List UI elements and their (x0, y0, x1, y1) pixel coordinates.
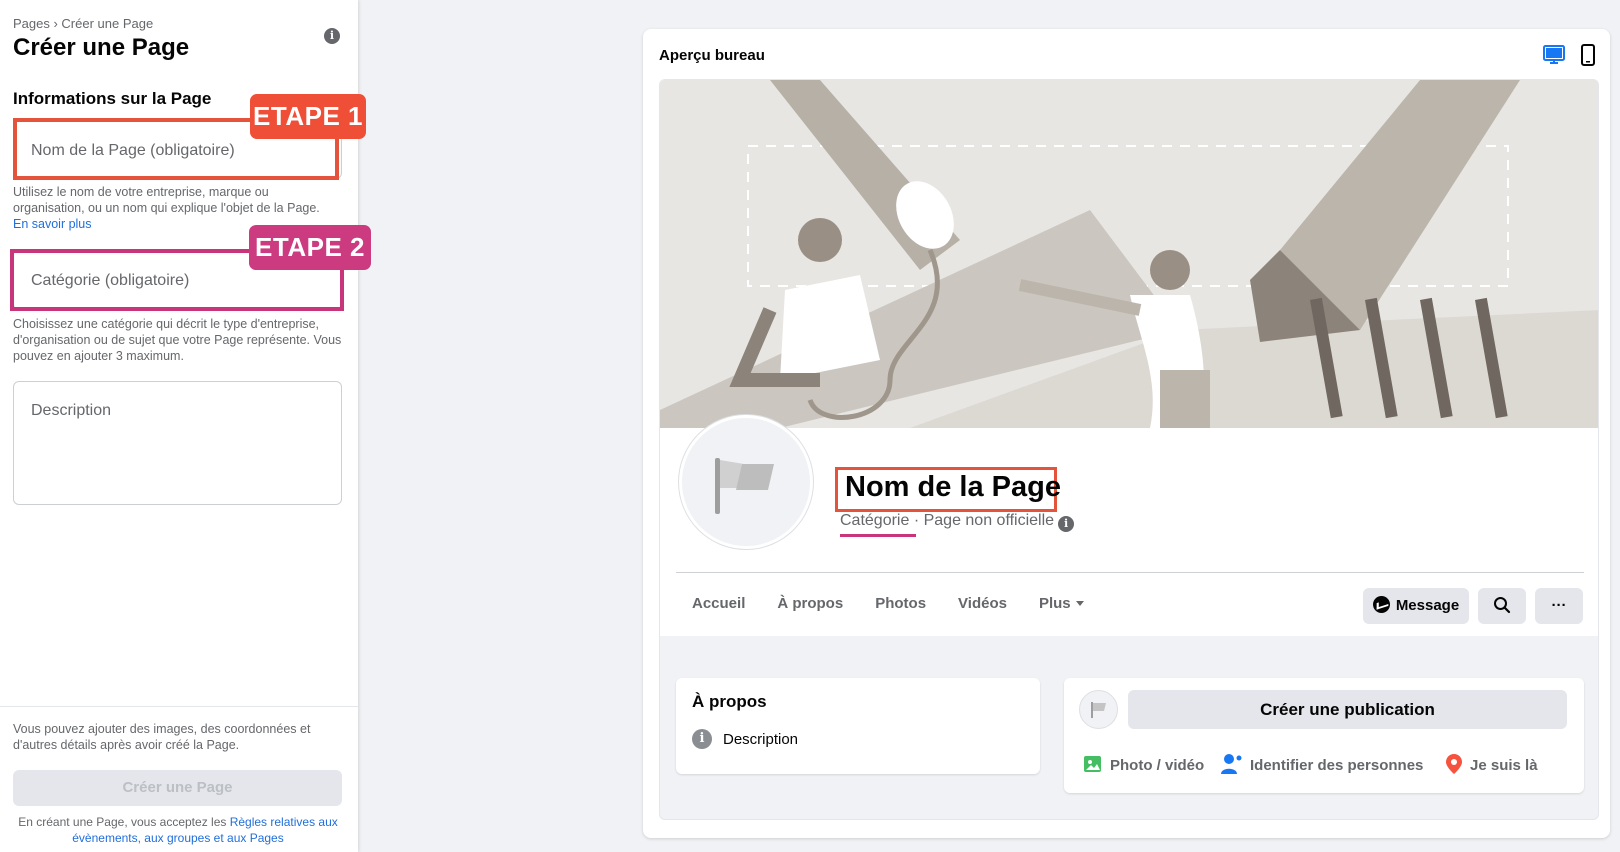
page-status: Page non officielle (923, 512, 1055, 529)
location-pin-icon (1446, 754, 1462, 774)
description-placeholder: Description (31, 402, 112, 419)
section-title: Informations sur la Page (13, 89, 212, 108)
page-name-help-text: Utilisez le nom de votre entreprise, mar… (13, 185, 320, 215)
flag-icon (715, 458, 774, 514)
create-post-button[interactable]: Créer une publication (1128, 690, 1567, 729)
description-input[interactable]: Description (13, 381, 342, 505)
panel-footer: Vous pouvez ajouter des images, des coor… (0, 706, 358, 852)
cover-illustration (660, 80, 1598, 428)
learn-more-link[interactable]: En savoir plus (13, 217, 92, 231)
desktop-preview-card: Aperçu bureau Nom de la Page Catégorie ·… (643, 29, 1610, 838)
header-divider (676, 572, 1584, 573)
tag-people-action[interactable]: Identifier des personnes (1220, 753, 1423, 778)
step1-badge: ETAPE 1 (250, 94, 366, 139)
messenger-icon (1372, 596, 1390, 613)
message-label: Message (1395, 597, 1460, 614)
info-icon[interactable]: i (1058, 516, 1075, 532)
about-description: Description (723, 731, 799, 748)
page-preview: Nom de la Page Catégorie · Page non offi… (659, 79, 1599, 820)
preview-title: Aperçu bureau (659, 47, 765, 64)
info-icon[interactable]: i (324, 28, 340, 44)
info-icon: i (692, 729, 712, 749)
flag-icon (1091, 702, 1106, 718)
photo-icon (1084, 756, 1101, 772)
post-avatar (1079, 690, 1118, 729)
tab-accueil[interactable]: Accueil (676, 586, 761, 622)
caret-down-icon (1075, 601, 1084, 606)
page-title: Créer une Page (13, 34, 190, 61)
message-button[interactable]: Message (1363, 588, 1469, 624)
preview-page-name: Nom de la Page (845, 471, 1061, 503)
tag-people-icon (1221, 754, 1242, 774)
about-title: À propos (692, 692, 767, 711)
tab-a-propos[interactable]: À propos (761, 586, 859, 622)
page-tabs: Accueil À propos Photos Vidéos Plus (676, 586, 1100, 622)
mobile-icon[interactable] (1578, 43, 1598, 67)
step2-badge: ETAPE 2 (249, 225, 371, 270)
profile-picture[interactable] (679, 415, 813, 549)
subline-separator: · (909, 512, 924, 529)
photo-video-label: Photo / vidéo (1110, 757, 1205, 774)
tag-people-label: Identifier des personnes (1250, 757, 1424, 774)
tab-plus-label: Plus (1038, 595, 1071, 612)
desktop-icon[interactable] (1542, 43, 1566, 67)
legal-prefix: En créant une Page, vous acceptez les (18, 815, 230, 829)
legal-text: En créant une Page, vous acceptez les Rè… (13, 814, 343, 846)
post-actions: Photo / vidéo Identifier des personnes J… (1082, 753, 1572, 777)
tab-videos[interactable]: Vidéos (942, 586, 1023, 622)
category-help: Choisissez une catégorie qui décrit le t… (13, 317, 342, 363)
tab-plus[interactable]: Plus (1023, 586, 1100, 622)
footer-note: Vous pouvez ajouter des images, des coor… (13, 722, 311, 752)
preview-category: Catégorie (840, 512, 910, 529)
check-in-label: Je suis là (1470, 757, 1538, 774)
preview-subline: Catégorie · Page non officielle i (840, 512, 1075, 532)
more-options-button[interactable]: ··· (1535, 588, 1583, 624)
create-page-panel: Pages › Créer une Page Créer une Page i … (0, 0, 371, 852)
tab-photos[interactable]: Photos (859, 586, 942, 622)
create-post-card: Créer une publication Photo / vidéo Iden… (1064, 678, 1584, 793)
breadcrumb[interactable]: Pages › Créer une Page (13, 16, 153, 31)
check-in-action[interactable]: Je suis là (1444, 753, 1538, 778)
category-underline (840, 534, 916, 537)
search-icon (1494, 597, 1511, 614)
photo-video-action[interactable]: Photo / vidéo (1082, 753, 1204, 778)
create-page-button[interactable]: Créer une Page (13, 770, 342, 806)
search-button[interactable] (1478, 588, 1526, 624)
about-card: À propos i Description (676, 678, 1040, 774)
